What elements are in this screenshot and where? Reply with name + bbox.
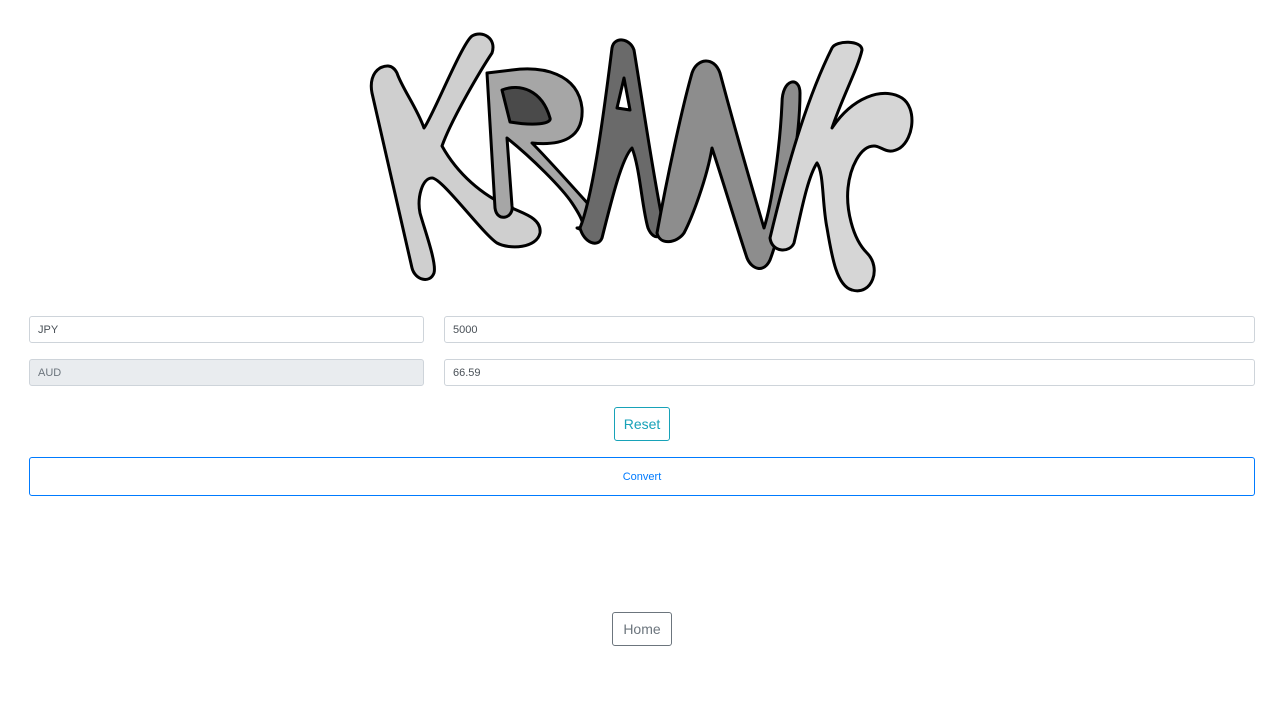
from-currency-field[interactable]: [29, 316, 424, 343]
krank-logo: [369, 32, 914, 293]
from-amount-field[interactable]: [444, 316, 1255, 343]
reset-button[interactable]: Reset: [614, 407, 670, 441]
logo-letter-k2: [768, 40, 914, 293]
home-button[interactable]: Home: [612, 612, 672, 646]
logo-banner: [0, 0, 1280, 305]
to-currency-field[interactable]: [29, 359, 424, 386]
to-amount-field[interactable]: [444, 359, 1255, 386]
convert-button[interactable]: Convert: [29, 457, 1255, 496]
logo-letter-a: [578, 38, 665, 245]
